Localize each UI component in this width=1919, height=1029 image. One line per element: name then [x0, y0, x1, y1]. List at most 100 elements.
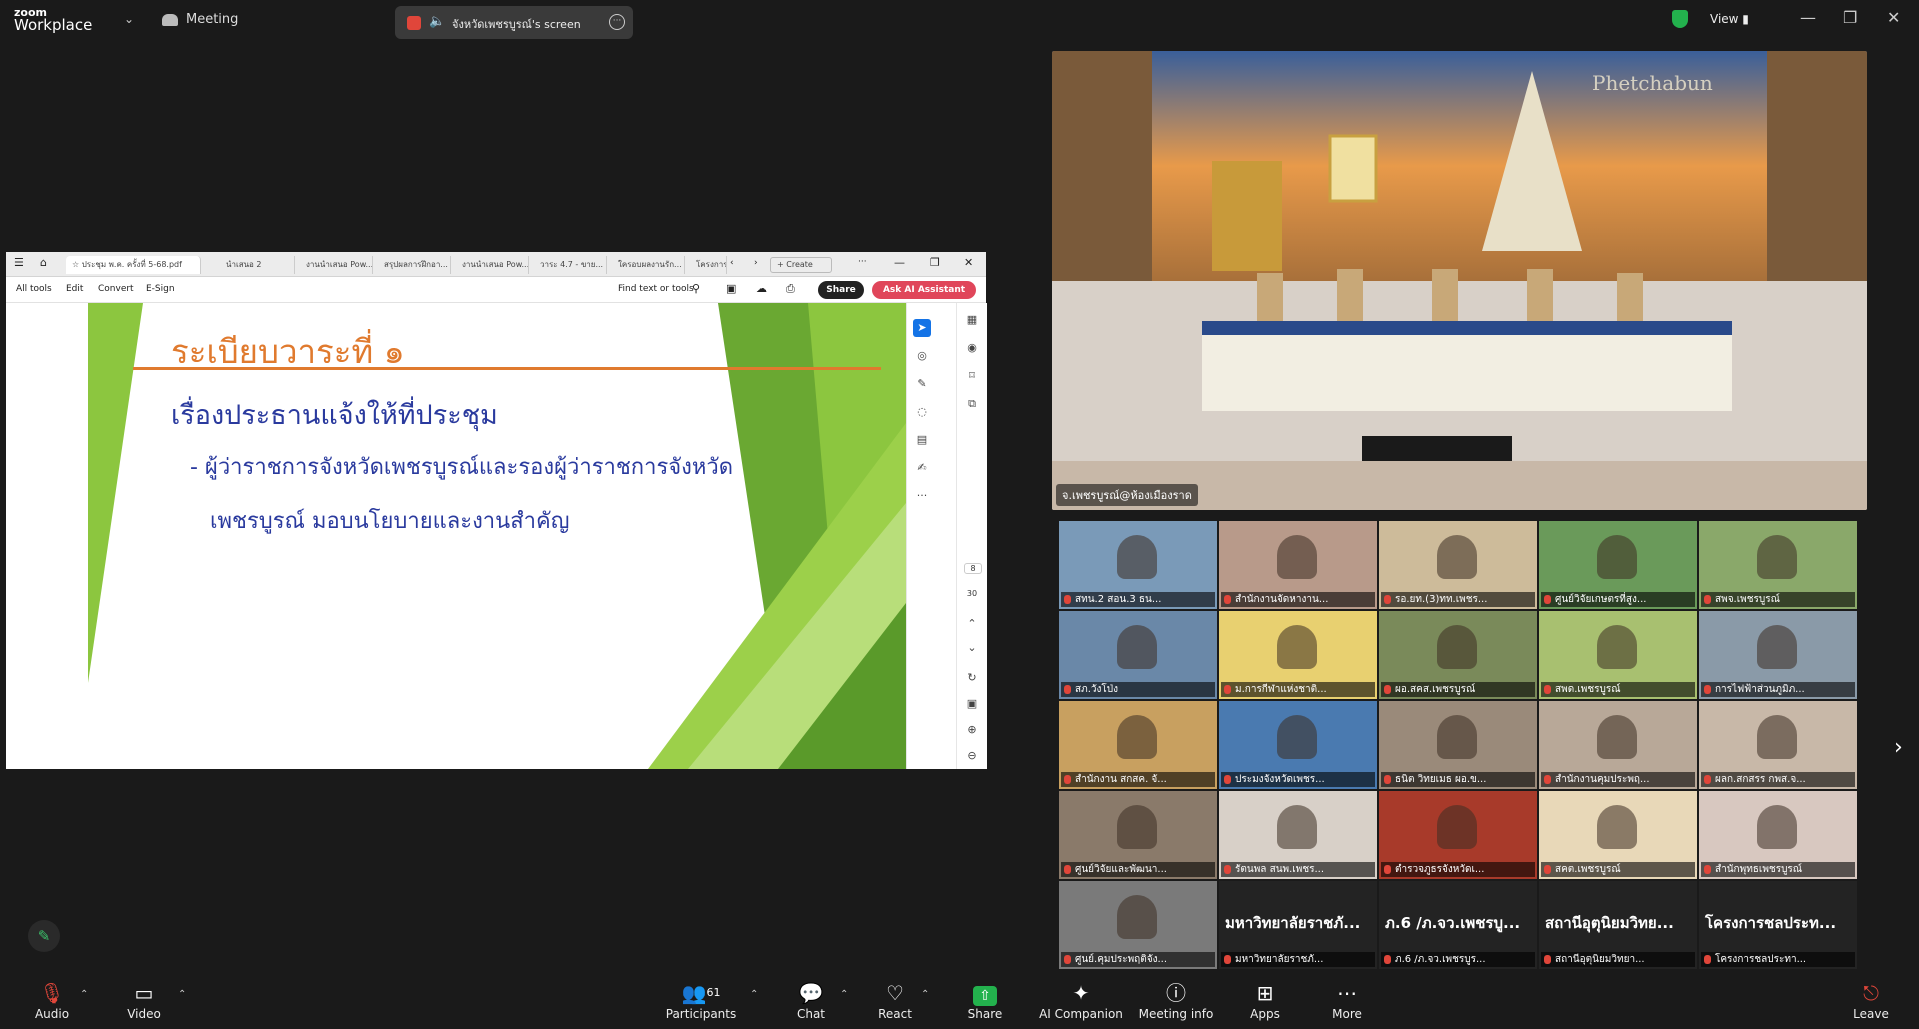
save-icon[interactable]: ▣ — [726, 282, 736, 295]
tab-6[interactable]: ใครอบผลงานรัก... — [612, 256, 685, 274]
page-down-icon[interactable]: ⌄ — [963, 639, 981, 657]
participant-tile[interactable]: มหาวิทยาลัยราชภั... มหาวิทยาลัยราชภั... — [1219, 881, 1377, 969]
current-page-field[interactable]: 8 — [964, 563, 982, 574]
upload-icon[interactable]: ☁ — [756, 282, 767, 295]
participant-tile[interactable]: สพจ.เพชรบูรณ์ — [1699, 521, 1857, 609]
menu-edit[interactable]: Edit — [66, 284, 83, 294]
view-button[interactable]: View ▮ — [1710, 12, 1749, 26]
participant-tile[interactable]: สำนักพุทธเพชรบูรณ์ — [1699, 791, 1857, 879]
close-icon[interactable]: ✕ — [1887, 8, 1900, 27]
pen-icon[interactable]: ✎ — [913, 375, 931, 393]
window-restore-icon[interactable]: ❐ — [930, 256, 940, 269]
menu-esign[interactable]: E-Sign — [146, 284, 175, 294]
tab-0[interactable]: ☆ ประชุม พ.ค. ครั้งที่ 5-68.pdf — [66, 256, 201, 274]
participant-tile[interactable]: สถานีอุตุนิยมวิทย... สถานีอุตุนิยมวิทยา..… — [1539, 881, 1697, 969]
zoom-in-icon[interactable]: ⊕ — [963, 721, 981, 739]
participant-tile[interactable]: โครงการชลประท... โครงการชลประทา... — [1699, 881, 1857, 969]
window-minimize-icon[interactable]: — — [894, 256, 905, 269]
participant-tile[interactable]: ประมงจังหวัดเพชร... — [1219, 701, 1377, 789]
chat-button[interactable]: 💬 Chat — [766, 973, 856, 1029]
pdf-share-button[interactable]: Share — [818, 281, 864, 299]
window-close-icon[interactable]: ✕ — [964, 256, 973, 269]
tab-3[interactable]: สรุปผลการฝึกอา... — [378, 256, 451, 274]
search-icon[interactable]: ⚲ — [692, 282, 700, 295]
bookmark-icon[interactable]: ⌑ — [963, 367, 981, 385]
tab-4[interactable]: งานนำเสนอ Pow... — [456, 256, 529, 274]
find-tools-input[interactable]: Find text or tools — [618, 284, 694, 294]
annotate-pen-icon[interactable]: ✎ — [28, 920, 60, 952]
page-up-icon[interactable]: ⌃ — [963, 615, 981, 633]
audio-options-icon[interactable]: ⌃ — [80, 989, 88, 1000]
participant-tile[interactable]: การไฟฟ้าส่วนภูมิภ... — [1699, 611, 1857, 699]
active-speaker-video[interactable]: Phetchabun จ.เพชรบูรณ์@ห้องเมืองราด — [1052, 51, 1867, 510]
leave-button[interactable]: ⎋ Leave — [1826, 973, 1916, 1029]
chat-options-icon[interactable]: ⌃ — [840, 989, 848, 1000]
participants-button[interactable]: 👥61 Participants — [656, 973, 746, 1029]
participant-tile[interactable]: ผลก.สกสรร กพส.จ... — [1699, 701, 1857, 789]
minimize-icon[interactable]: — — [1800, 8, 1816, 27]
rotate-icon[interactable]: ↻ — [963, 669, 981, 687]
security-shield-icon[interactable] — [1672, 10, 1688, 28]
create-button[interactable]: + Create — [770, 257, 832, 273]
sign-icon[interactable]: ✍ — [913, 459, 931, 477]
participants-options-icon[interactable]: ⌃ — [750, 989, 758, 1000]
menu-all-tools[interactable]: All tools — [16, 284, 52, 294]
audio-button[interactable]: 🎙 Audio — [7, 973, 97, 1029]
print-icon[interactable]: ⎙ — [786, 282, 795, 296]
participant-tile[interactable]: สำนักงาน สกสค. จั... — [1059, 701, 1217, 789]
share-stop-icon[interactable] — [407, 16, 421, 30]
react-options-icon[interactable]: ⌃ — [921, 989, 929, 1000]
meeting-info-button[interactable]: ⓘ Meeting info — [1131, 973, 1221, 1029]
participant-tile[interactable]: ศูนย์วิจัยและพัฒนา... — [1059, 791, 1217, 879]
screen-share-indicator[interactable]: 🔈 จังหวัดเพชรบูรณ์'s screen ··· — [395, 6, 633, 39]
more-button[interactable]: ⋯ More — [1302, 973, 1392, 1029]
participant-tile[interactable]: ตำรวจภูธรจังหวัดเ... — [1379, 791, 1537, 879]
chevron-down-icon[interactable]: ⌄ — [124, 12, 134, 26]
participant-tile[interactable]: สทน.2 สอน.3 ธน... — [1059, 521, 1217, 609]
tab-1[interactable]: นำเสนอ 2 — [220, 256, 295, 274]
page-thumbnails-icon[interactable]: ▦ — [963, 311, 981, 329]
participant-tile[interactable]: ม.การกีฬาแห่งชาติ... — [1219, 611, 1377, 699]
video-options-icon[interactable]: ⌃ — [178, 989, 186, 1000]
ai-companion-button[interactable]: ✦ AI Companion — [1036, 973, 1126, 1029]
ai-chat-icon[interactable]: ◉ — [963, 339, 981, 357]
speaker-icon[interactable]: 🔈 — [429, 14, 445, 29]
participant-tile[interactable]: ผอ.สคส.เพชรบูรณ์ — [1379, 611, 1537, 699]
participant-tile[interactable]: รัตนพล สนพ.เพชร... — [1219, 791, 1377, 879]
participant-tile[interactable]: สำนักงานจัดหางาน... — [1219, 521, 1377, 609]
tab-scroll-left-icon[interactable]: ‹ — [730, 258, 734, 268]
copy-icon[interactable]: ⧉ — [963, 395, 981, 413]
participant-tile[interactable]: สคต.เพชรบูรณ์ — [1539, 791, 1697, 879]
participant-tile[interactable]: ศูนย์วิจัยเกษตรที่สูง... — [1539, 521, 1697, 609]
next-page-arrow-icon[interactable]: › — [1894, 735, 1903, 760]
menu-convert[interactable]: Convert — [98, 284, 134, 294]
ai-assistant-button[interactable]: Ask AI Assistant — [872, 281, 976, 299]
tab-2[interactable]: งานนำเสนอ Pow... — [300, 256, 373, 274]
zoom-out-icon[interactable]: ⊖ — [963, 747, 981, 765]
home-icon[interactable]: ⌂ — [40, 256, 47, 269]
participant-tile[interactable]: รอ.ยท.(3)ทท.เพชร... — [1379, 521, 1537, 609]
tab-7[interactable]: โครงการ — [690, 256, 727, 274]
lasso-icon[interactable]: ◌ — [913, 403, 931, 421]
participant-tile[interactable]: สภ.วังโป่ง — [1059, 611, 1217, 699]
tab-5[interactable]: วาระ 4.7 - ขาย... — [534, 256, 607, 274]
share-button[interactable]: ⇧ Share — [940, 973, 1030, 1029]
overflow-icon[interactable]: ··· — [858, 257, 867, 267]
participant-tile[interactable]: ศูนย์.คุมประพฤติจัง... — [1059, 881, 1217, 969]
participant-tile[interactable]: สำนักงานคุมประพฤ... — [1539, 701, 1697, 789]
comment-icon[interactable]: ◎ — [913, 347, 931, 365]
participant-tile[interactable]: ธนิต วิทยเมธ ผอ.ข... — [1379, 701, 1537, 789]
participant-tile[interactable]: ภ.6 /ภ.จว.เพชรบู... ภ.6 /ภ.จว.เพชรบูร... — [1379, 881, 1537, 969]
apps-button[interactable]: ⊞ Apps — [1220, 973, 1310, 1029]
select-cursor-icon[interactable]: ➤ — [913, 319, 931, 337]
meeting-menu[interactable]: Meeting — [162, 12, 238, 27]
react-button[interactable]: ♡ React — [850, 973, 940, 1029]
save-page-icon[interactable]: ▣ — [963, 695, 981, 713]
more-tools-icon[interactable]: ··· — [913, 487, 931, 505]
participant-tile[interactable]: สพด.เพชรบูรณ์ — [1539, 611, 1697, 699]
tab-scroll-right-icon[interactable]: › — [754, 258, 758, 268]
more-options-icon[interactable]: ··· — [609, 14, 625, 30]
maximize-icon[interactable]: ❐ — [1843, 8, 1857, 27]
menu-icon[interactable]: ☰ — [14, 256, 24, 269]
video-button[interactable]: ▭ Video — [99, 973, 189, 1029]
